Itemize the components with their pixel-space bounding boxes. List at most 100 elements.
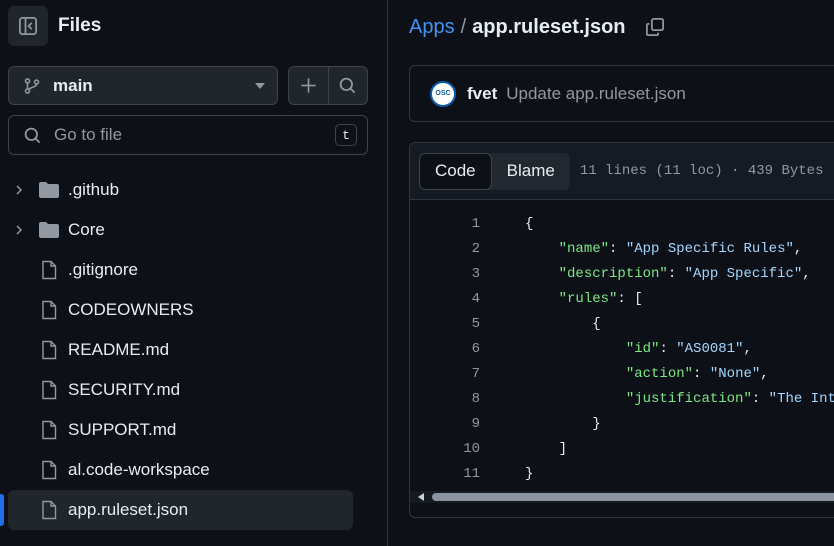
file-viewer: Apps / app.ruleset.json OSC fvet Update …	[389, 0, 834, 546]
active-item-indicator	[0, 494, 4, 526]
tree-item-label: app.ruleset.json	[68, 500, 189, 519]
add-file-button[interactable]	[289, 67, 329, 104]
file-content-box: Code Blame 11 lines (11 loc) · 439 Bytes…	[409, 142, 834, 518]
breadcrumb: Apps / app.ruleset.json	[409, 12, 666, 42]
view-mode-toggle: Code Blame	[419, 152, 570, 190]
tree-item-code-workspace[interactable]: al.code-workspace	[8, 450, 353, 490]
sidebar-title: Files	[58, 15, 102, 36]
file-icon	[38, 460, 60, 480]
line-source: "id": "AS0081",	[625, 340, 752, 357]
file-icon	[38, 340, 60, 360]
commit-message-link[interactable]: Update app.ruleset.json	[506, 84, 686, 104]
line-source: {	[525, 315, 601, 332]
tree-item-label: README.md	[68, 340, 170, 359]
code-line: 5 {	[410, 311, 834, 336]
search-icon	[23, 126, 42, 145]
code-line: 2 "name": "App Specific Rules",	[410, 236, 834, 261]
code-line: 9 }	[410, 411, 834, 436]
sidebar-collapse-icon	[19, 17, 37, 35]
file-icon	[38, 500, 60, 520]
tree-item-gitignore[interactable]: .gitignore	[8, 250, 353, 290]
line-source: }	[525, 465, 534, 482]
tab-code[interactable]: Code	[419, 152, 492, 190]
code-line: 7 "action": "None",	[410, 361, 834, 386]
file-toolbar: Code Blame 11 lines (11 loc) · 439 Bytes	[410, 143, 834, 200]
file-icon	[38, 300, 60, 320]
horizontal-scrollbar[interactable]	[410, 491, 834, 503]
file-tree-sidebar: Files main Go to file t .github Core .gi…	[0, 0, 388, 546]
chevron-right-icon[interactable]	[12, 223, 26, 237]
go-to-file-input[interactable]	[54, 125, 335, 145]
tree-item-label: CODEOWNERS	[68, 300, 194, 319]
code-line: 11}	[410, 461, 834, 486]
line-source: }	[525, 415, 601, 432]
chevron-down-icon	[255, 82, 265, 89]
tree-item-app-ruleset[interactable]: app.ruleset.json	[8, 490, 353, 530]
author-avatar[interactable]: OSC	[430, 80, 456, 107]
tree-item-core-folder[interactable]: Core	[8, 210, 353, 250]
code-line: 4 "rules": [	[410, 286, 834, 311]
line-number[interactable]: 4	[410, 291, 480, 307]
folder-icon	[38, 180, 60, 200]
breadcrumb-current-file: app.ruleset.json	[472, 15, 626, 38]
branch-selector[interactable]: main	[8, 66, 278, 105]
tree-item-github-folder[interactable]: .github	[8, 170, 353, 210]
tree-item-label: al.code-workspace	[68, 460, 210, 479]
line-source: ]	[525, 440, 568, 457]
search-icon	[339, 77, 356, 94]
tree-item-support[interactable]: SUPPORT.md	[8, 410, 353, 450]
code-line: 8 "justification": "The Inte	[410, 386, 834, 411]
file-stats: 11 lines (11 loc) · 439 Bytes	[579, 163, 824, 179]
copy-icon	[645, 18, 664, 36]
tree-item-label: .gitignore	[68, 260, 138, 279]
tree-item-label: Core	[68, 220, 105, 239]
commit-author-link[interactable]: fvet	[467, 84, 497, 104]
line-number[interactable]: 10	[410, 441, 480, 457]
line-source: "action": "None",	[625, 365, 769, 382]
line-source: "justification": "The Inte	[625, 390, 834, 407]
file-icon	[38, 380, 60, 400]
file-actions-group	[288, 66, 368, 105]
search-code-button[interactable]	[329, 67, 368, 104]
line-number[interactable]: 9	[410, 416, 480, 432]
copy-path-button[interactable]	[644, 16, 666, 38]
go-to-file-field[interactable]: t	[8, 115, 368, 155]
line-number[interactable]: 3	[410, 266, 480, 282]
scrollbar-thumb[interactable]	[432, 493, 834, 501]
keyboard-shortcut-hint: t	[335, 124, 357, 146]
collapse-panel-button[interactable]	[8, 6, 48, 46]
branch-name: main	[53, 75, 93, 95]
tree-item-label: SUPPORT.md	[68, 420, 177, 439]
tree-item-codeowners[interactable]: CODEOWNERS	[8, 290, 353, 330]
code-line: 6 "id": "AS0081",	[410, 336, 834, 361]
line-number[interactable]: 1	[410, 216, 480, 232]
line-source: "description": "App Specific",	[558, 265, 811, 282]
tree-item-label: .github	[68, 180, 120, 199]
tree-item-security[interactable]: SECURITY.md	[8, 370, 353, 410]
line-source: {	[525, 215, 534, 232]
chevron-right-icon[interactable]	[12, 183, 26, 197]
tab-blame[interactable]: Blame	[492, 153, 570, 190]
file-icon	[38, 260, 60, 280]
scroll-left-icon[interactable]	[418, 493, 424, 501]
code-line: 10 ]	[410, 436, 834, 461]
code-line: 3 "description": "App Specific",	[410, 261, 834, 286]
line-number[interactable]: 7	[410, 366, 480, 382]
file-icon	[38, 420, 60, 440]
plus-icon	[301, 78, 316, 93]
line-number[interactable]: 8	[410, 391, 480, 407]
line-source: "rules": [	[558, 290, 643, 307]
line-number[interactable]: 2	[410, 241, 480, 257]
latest-commit-bar: OSC fvet Update app.ruleset.json	[409, 65, 834, 122]
code-line: 1{	[410, 211, 834, 236]
tree-item-label: SECURITY.md	[68, 380, 181, 399]
line-number[interactable]: 11	[410, 466, 480, 482]
sidebar-header: Files	[8, 6, 101, 46]
tree-item-readme[interactable]: README.md	[8, 330, 353, 370]
line-source: "name": "App Specific Rules",	[558, 240, 803, 257]
breadcrumb-parent-link[interactable]: Apps	[409, 16, 455, 39]
line-number[interactable]: 6	[410, 341, 480, 357]
line-number[interactable]: 5	[410, 316, 480, 332]
breadcrumb-separator: /	[460, 15, 467, 38]
folder-icon	[38, 220, 60, 240]
